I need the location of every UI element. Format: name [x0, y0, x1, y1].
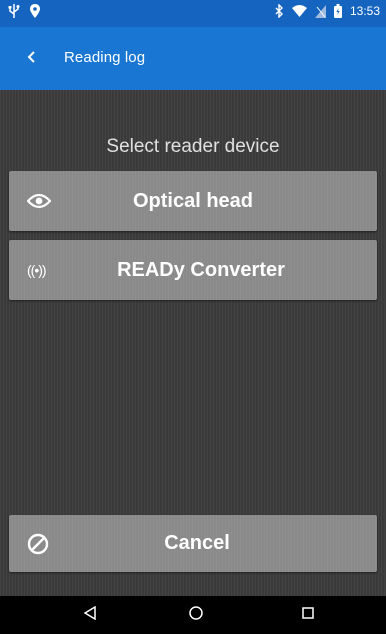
main-content: Select reader device Optical head ((•)) … — [0, 90, 386, 596]
battery-icon — [333, 4, 342, 18]
status-left-icons — [8, 4, 40, 18]
optical-head-button[interactable]: Optical head — [9, 171, 377, 231]
nav-home-button[interactable] — [166, 596, 226, 634]
no-sim-icon — [314, 4, 326, 18]
nav-recents-button[interactable] — [278, 596, 338, 634]
page-title: Reading log — [64, 49, 146, 66]
toolbar: Reading log — [0, 27, 386, 90]
system-nav-bar — [0, 596, 386, 634]
optical-head-label: Optical head — [132, 189, 254, 212]
status-right-icons: 13:53 — [275, 4, 380, 18]
nav-back-button[interactable] — [60, 596, 120, 634]
back-triangle-icon — [83, 605, 96, 625]
back-button[interactable] — [20, 47, 44, 71]
recents-square-icon — [302, 606, 314, 624]
wifi-icon — [291, 5, 307, 17]
usb-icon — [8, 4, 20, 18]
clock: 13:53 — [349, 4, 380, 18]
chevron-left-icon — [27, 50, 37, 68]
status-bar: 13:53 — [0, 0, 386, 27]
app-screen: 13:53 Reading log Select reader device O… — [0, 0, 386, 634]
cancel-label: Cancel — [164, 532, 230, 554]
ready-converter-label: READy Converter — [117, 258, 285, 281]
ready-converter-button[interactable]: ((•)) READy Converter — [9, 240, 377, 300]
bluetooth-icon — [275, 4, 284, 18]
section-heading: Select reader device — [106, 136, 280, 157]
home-circle-icon — [189, 605, 203, 625]
location-pin-icon — [30, 4, 40, 18]
cancel-button[interactable]: Cancel — [9, 515, 377, 572]
